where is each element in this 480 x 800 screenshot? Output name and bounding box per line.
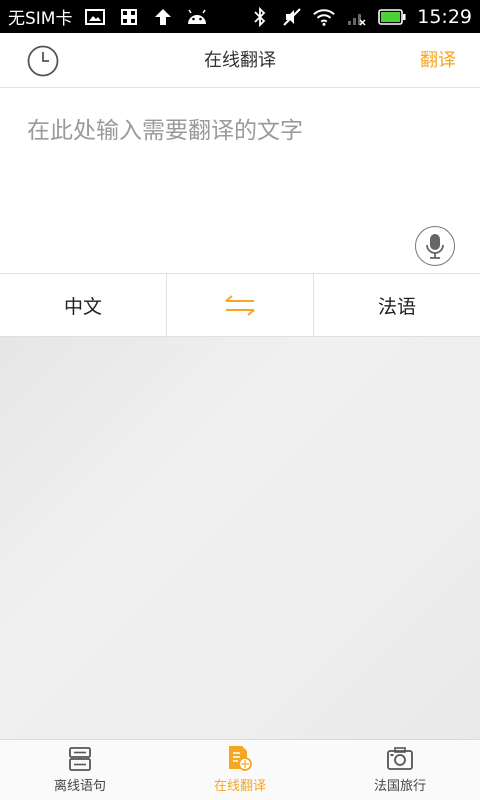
camera-icon xyxy=(386,746,414,772)
translate-input[interactable] xyxy=(27,118,447,144)
app-header: 在线翻译 翻译 xyxy=(0,33,480,88)
online-translate-icon xyxy=(226,746,254,772)
wifi-icon xyxy=(313,6,336,28)
source-language-label: 中文 xyxy=(63,295,102,318)
translate-button[interactable]: 翻译 xyxy=(420,33,456,88)
swap-languages-button[interactable] xyxy=(167,274,314,336)
apps-icon xyxy=(118,6,140,28)
image-icon xyxy=(84,6,106,28)
bluetooth-icon xyxy=(249,6,271,28)
carrier-label: 无SIM卡 xyxy=(8,9,73,29)
tab-label: 在线翻译 xyxy=(213,779,266,794)
microphone-icon xyxy=(426,234,444,259)
target-language-label: 法语 xyxy=(377,295,416,318)
source-language-button[interactable]: 中文 xyxy=(0,274,167,336)
android-icon xyxy=(186,6,208,28)
tab-label: 法国旅行 xyxy=(373,779,426,794)
tab-france-travel[interactable]: 法国旅行 xyxy=(320,740,480,800)
language-bar: 中文 法语 xyxy=(0,274,480,337)
voice-input-button[interactable] xyxy=(415,226,455,266)
bottom-tab-bar: 离线语句 在线翻译 法国旅行 xyxy=(0,739,480,800)
input-area xyxy=(0,88,480,274)
phrasebook-icon xyxy=(66,746,94,772)
swap-arrows-icon xyxy=(225,295,255,316)
target-language-button[interactable]: 法语 xyxy=(314,274,480,336)
tab-label: 离线语句 xyxy=(53,779,106,794)
tab-online-translate[interactable]: 在线翻译 xyxy=(160,740,320,800)
translation-result-area xyxy=(0,337,480,739)
battery-icon xyxy=(377,6,407,28)
upload-arrow-icon xyxy=(152,6,174,28)
tab-offline-phrases[interactable]: 离线语句 xyxy=(0,740,160,800)
signal-icon xyxy=(345,6,367,28)
status-bar: 无SIM卡 15:29 xyxy=(0,0,480,33)
clock-time: 15:29 xyxy=(417,5,472,28)
status-bar-right: 15:29 xyxy=(249,6,472,28)
status-bar-left: 无SIM卡 xyxy=(8,4,208,29)
page-title: 在线翻译 xyxy=(204,50,276,71)
silent-mode-icon xyxy=(281,6,303,28)
